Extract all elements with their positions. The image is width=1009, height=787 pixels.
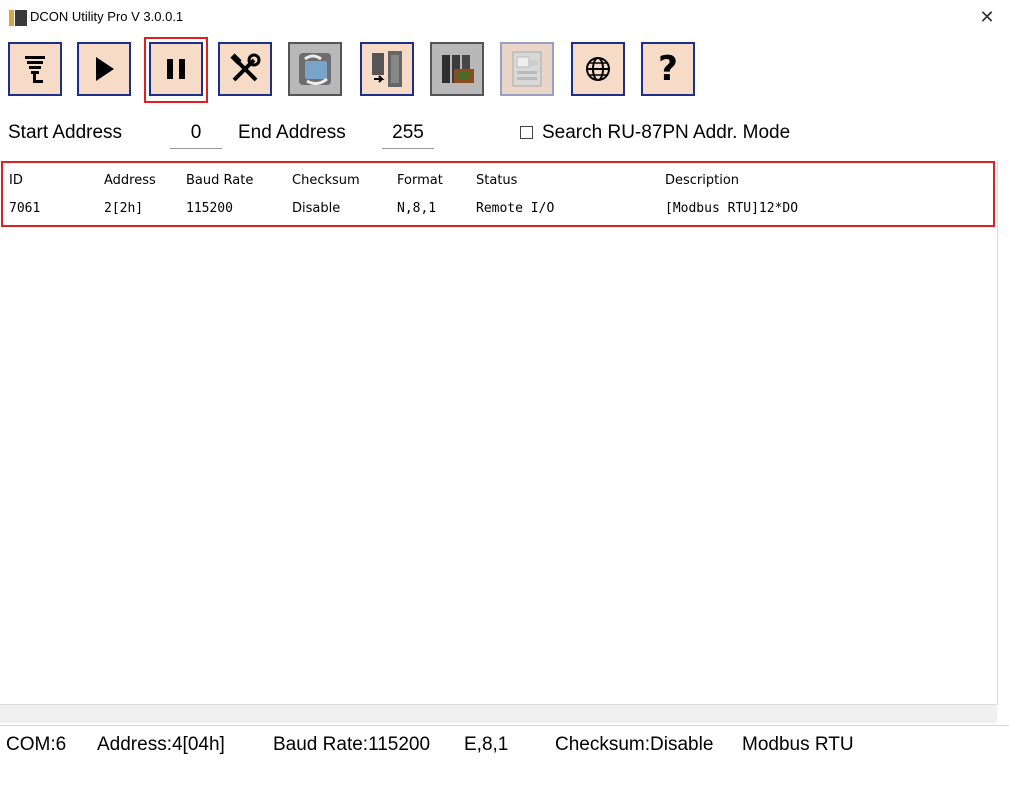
start-address-input[interactable]: 0	[170, 118, 222, 149]
pause-icon	[163, 57, 189, 81]
tools-icon	[228, 52, 262, 86]
end-address-input[interactable]: 255	[382, 118, 434, 149]
com-port-icon	[20, 52, 50, 86]
status-format: E,8,1	[464, 734, 509, 755]
search-mode-checkbox[interactable]	[520, 126, 533, 139]
controller-button[interactable]	[430, 42, 484, 96]
status-com: COM:6	[6, 734, 67, 755]
help-button[interactable]: ?	[641, 42, 695, 96]
window-title: DCON Utility Pro V 3.0.0.1	[30, 9, 184, 24]
row-highlight	[1, 161, 995, 227]
module-config-icon	[295, 49, 335, 89]
status-address: Address:4[04h]	[97, 734, 225, 755]
io-module-button[interactable]	[360, 42, 414, 96]
network-button[interactable]	[571, 42, 625, 96]
disabled-module-icon	[509, 49, 545, 89]
disabled-module-button[interactable]	[500, 42, 554, 96]
title-bar: DCON Utility Pro V 3.0.0.1 ✕	[0, 0, 1009, 38]
search-mode-label: Search RU-87PN Addr. Mode	[542, 122, 791, 143]
com-port-button[interactable]	[8, 42, 62, 96]
status-checksum: Checksum:Disable	[555, 734, 714, 755]
start-address-label: Start Address	[8, 122, 123, 143]
pause-search-button[interactable]	[149, 42, 203, 96]
play-icon	[92, 55, 116, 83]
io-module-icon	[368, 49, 406, 89]
module-config-button[interactable]	[288, 42, 342, 96]
close-button[interactable]: ✕	[972, 4, 1002, 32]
status-baud: Baud Rate:115200	[273, 734, 431, 755]
globe-icon	[584, 55, 612, 83]
start-search-button[interactable]	[77, 42, 131, 96]
end-address-label: End Address	[238, 122, 346, 143]
horizontal-scrollbar[interactable]	[0, 704, 997, 723]
tools-button[interactable]	[218, 42, 272, 96]
app-logo-icon	[9, 10, 27, 26]
help-icon: ?	[658, 49, 678, 89]
status-protocol: Modbus RTU	[742, 734, 854, 755]
controller-icon	[436, 49, 478, 89]
module-list[interactable]	[0, 160, 998, 705]
